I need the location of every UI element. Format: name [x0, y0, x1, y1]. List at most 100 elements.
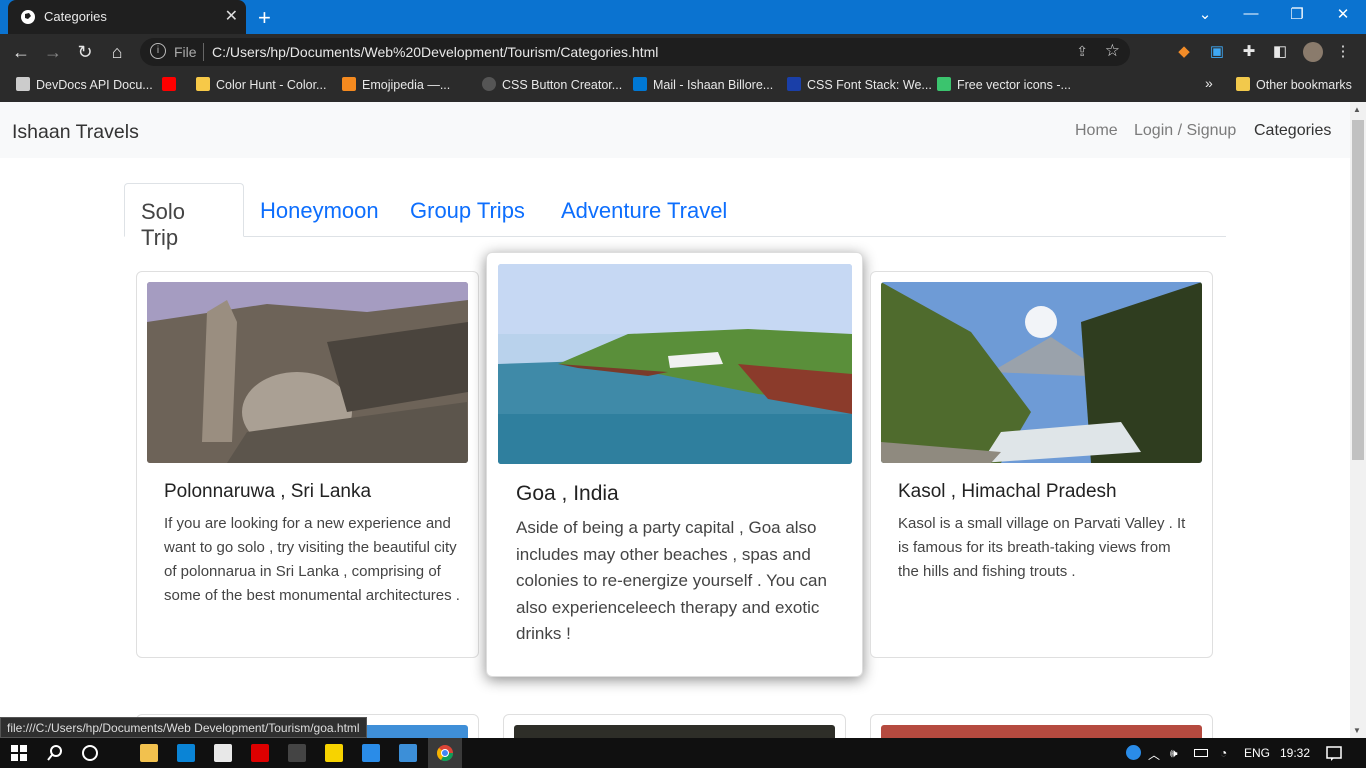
site-info-icon[interactable]: i — [150, 43, 166, 59]
menu-icon[interactable]: ⋮ — [1334, 43, 1352, 61]
bookmark-css-font-stack[interactable]: CSS Font Stack: We... — [787, 77, 932, 92]
card-image — [514, 725, 835, 738]
other-bookmarks[interactable]: Other bookmarks — [1236, 77, 1352, 92]
site-brand[interactable]: Ishaan Travels — [12, 121, 139, 144]
vscode-icon[interactable] — [362, 744, 380, 762]
emojipedia-icon — [342, 77, 356, 91]
devdocs-icon — [16, 77, 30, 91]
sticky-notes-icon[interactable] — [325, 744, 343, 762]
clock[interactable]: 19:32 — [1280, 746, 1310, 760]
tray-chevron-icon[interactable]: ︿ — [1148, 746, 1160, 763]
flaticon-icon — [937, 77, 951, 91]
bookmark-color-hunt[interactable]: Color Hunt - Color... — [196, 77, 326, 92]
polonnaruwa-image — [147, 282, 468, 463]
address-bar[interactable]: i File C:/Users/hp/Documents/Web%20Devel… — [140, 38, 1130, 66]
card-title: Polonnaruwa , Sri Lanka — [164, 481, 372, 502]
card-polonnaruwa[interactable]: Polonnaruwa , Sri Lanka If you are looki… — [136, 271, 479, 658]
home-icon[interactable]: ⌂ — [106, 41, 128, 63]
netflix-icon[interactable] — [251, 744, 269, 762]
card-text: If you are looking for a new experience … — [164, 515, 460, 604]
card-row2-2[interactable] — [503, 714, 846, 738]
cortana-icon[interactable] — [81, 744, 99, 762]
page-scrollbar[interactable]: ▲ ▼ — [1350, 102, 1366, 738]
kasol-image — [881, 282, 1202, 463]
goa-image — [498, 264, 852, 464]
folder-icon — [1236, 77, 1250, 91]
page-viewport: Ishaan Travels Home Login / Signup Categ… — [0, 102, 1350, 738]
more-bookmarks-icon[interactable]: » — [1205, 75, 1213, 91]
youtube-icon — [162, 77, 176, 91]
card-title: Kasol , Himachal Pradesh — [898, 481, 1117, 502]
new-tab-button[interactable]: + — [258, 5, 271, 31]
tab-honeymoon[interactable]: Honeymoon — [244, 183, 395, 237]
mail-icon[interactable] — [177, 744, 195, 762]
file-explorer-icon[interactable] — [140, 744, 158, 762]
url-separator — [203, 43, 204, 61]
extensions-icon[interactable]: ✚ — [1240, 43, 1258, 61]
tab-solo-trip[interactable]: Solo Trip — [124, 183, 244, 250]
back-icon[interactable]: ← — [10, 41, 32, 63]
wifi-icon[interactable]: ◔ — [1220, 746, 1227, 760]
browser-tab-strip: Categories ✕ + ⌄ — ❐ ✕ — [0, 0, 1366, 34]
bookmark-mail[interactable]: Mail - Ishaan Billore... — [633, 77, 773, 92]
tab-adventure-travel[interactable]: Adventure Travel — [545, 183, 743, 237]
close-window-icon[interactable]: ✕ — [1328, 5, 1358, 23]
bookmark-youtube[interactable] — [162, 77, 182, 92]
card-text: Aside of being a party capital , Goa als… — [516, 518, 827, 643]
url-text[interactable]: C:/Users/hp/Documents/Web%20Development/… — [212, 44, 658, 60]
scroll-down-icon[interactable]: ▼ — [1353, 726, 1361, 735]
profile-avatar[interactable] — [1303, 42, 1323, 62]
globe-icon — [21, 10, 35, 24]
card-image — [881, 725, 1202, 738]
search-icon[interactable] — [46, 744, 64, 762]
card-row2-3[interactable] — [870, 714, 1213, 738]
nav-home[interactable]: Home — [1075, 122, 1118, 140]
gear-icon — [482, 77, 496, 91]
card-goa[interactable]: Goa , India Aside of being a party capit… — [486, 252, 863, 677]
bookmark-star-icon[interactable]: ☆ — [1105, 41, 1120, 61]
tab-group-trips[interactable]: Group Trips — [394, 183, 541, 237]
card-text: Kasol is a small village on Parvati Vall… — [898, 515, 1186, 580]
bookmark-emojipedia[interactable]: Emojipedia —... — [342, 77, 450, 92]
volume-icon[interactable]: 🕪 — [1170, 746, 1178, 761]
css-font-stack-icon — [787, 77, 801, 91]
chrome-icon[interactable] — [436, 744, 454, 762]
close-tab-icon[interactable]: ✕ — [225, 6, 238, 26]
store-icon[interactable] — [214, 744, 232, 762]
site-navbar: Ishaan Travels Home Login / Signup Categ… — [0, 102, 1350, 158]
status-bar-url: file:///C:/Users/hp/Documents/Web Develo… — [0, 717, 367, 738]
browser-toolbar: ← → ↻ ⌂ i File C:/Users/hp/Documents/Web… — [0, 34, 1366, 70]
card-title: Goa , India — [516, 482, 619, 505]
tab-search-icon[interactable]: ⌄ — [1190, 5, 1220, 23]
side-panel-icon[interactable]: ◧ — [1271, 43, 1289, 61]
browser-tab[interactable]: Categories ✕ — [8, 0, 246, 34]
bookmark-free-vector-icons[interactable]: Free vector icons -... — [937, 77, 1071, 92]
battery-icon[interactable] — [1194, 749, 1208, 757]
nav-login-signup[interactable]: Login / Signup — [1134, 122, 1236, 140]
tab-title: Categories — [44, 9, 107, 24]
language-indicator[interactable]: ENG — [1244, 746, 1270, 760]
share-icon[interactable]: ⇪ — [1076, 43, 1088, 60]
scrollbar-thumb[interactable] — [1352, 120, 1364, 460]
windows-start-icon[interactable] — [10, 744, 28, 762]
bookmark-devdocs[interactable]: DevDocs API Docu... — [16, 77, 153, 92]
url-scheme: File — [174, 44, 197, 60]
help-icon[interactable] — [1126, 745, 1141, 760]
bookmarks-bar: DevDocs API Docu... Color Hunt - Color..… — [0, 70, 1366, 102]
notifications-icon[interactable] — [1325, 744, 1343, 762]
reload-icon[interactable]: ↻ — [74, 41, 96, 63]
nav-categories[interactable]: Categories — [1254, 122, 1331, 140]
photos-icon[interactable] — [399, 744, 417, 762]
category-tabs: Solo Trip Honeymoon Group Trips Adventur… — [124, 183, 1226, 250]
restore-icon[interactable]: ❐ — [1282, 5, 1312, 23]
forward-icon[interactable]: → — [42, 41, 64, 63]
metamask-icon[interactable]: ◆ — [1175, 43, 1193, 61]
app-icon[interactable] — [288, 744, 306, 762]
windows-taskbar: ︿ 🕪 ◔ ENG 19:32 — [0, 738, 1366, 768]
card-kasol[interactable]: Kasol , Himachal Pradesh Kasol is a smal… — [870, 271, 1213, 658]
scroll-up-icon[interactable]: ▲ — [1353, 105, 1361, 114]
bookmark-css-button[interactable]: CSS Button Creator... — [482, 77, 622, 92]
screen-capture-icon[interactable]: ▣ — [1208, 43, 1226, 61]
outlook-icon — [633, 77, 647, 91]
minimize-icon[interactable]: — — [1236, 5, 1266, 22]
